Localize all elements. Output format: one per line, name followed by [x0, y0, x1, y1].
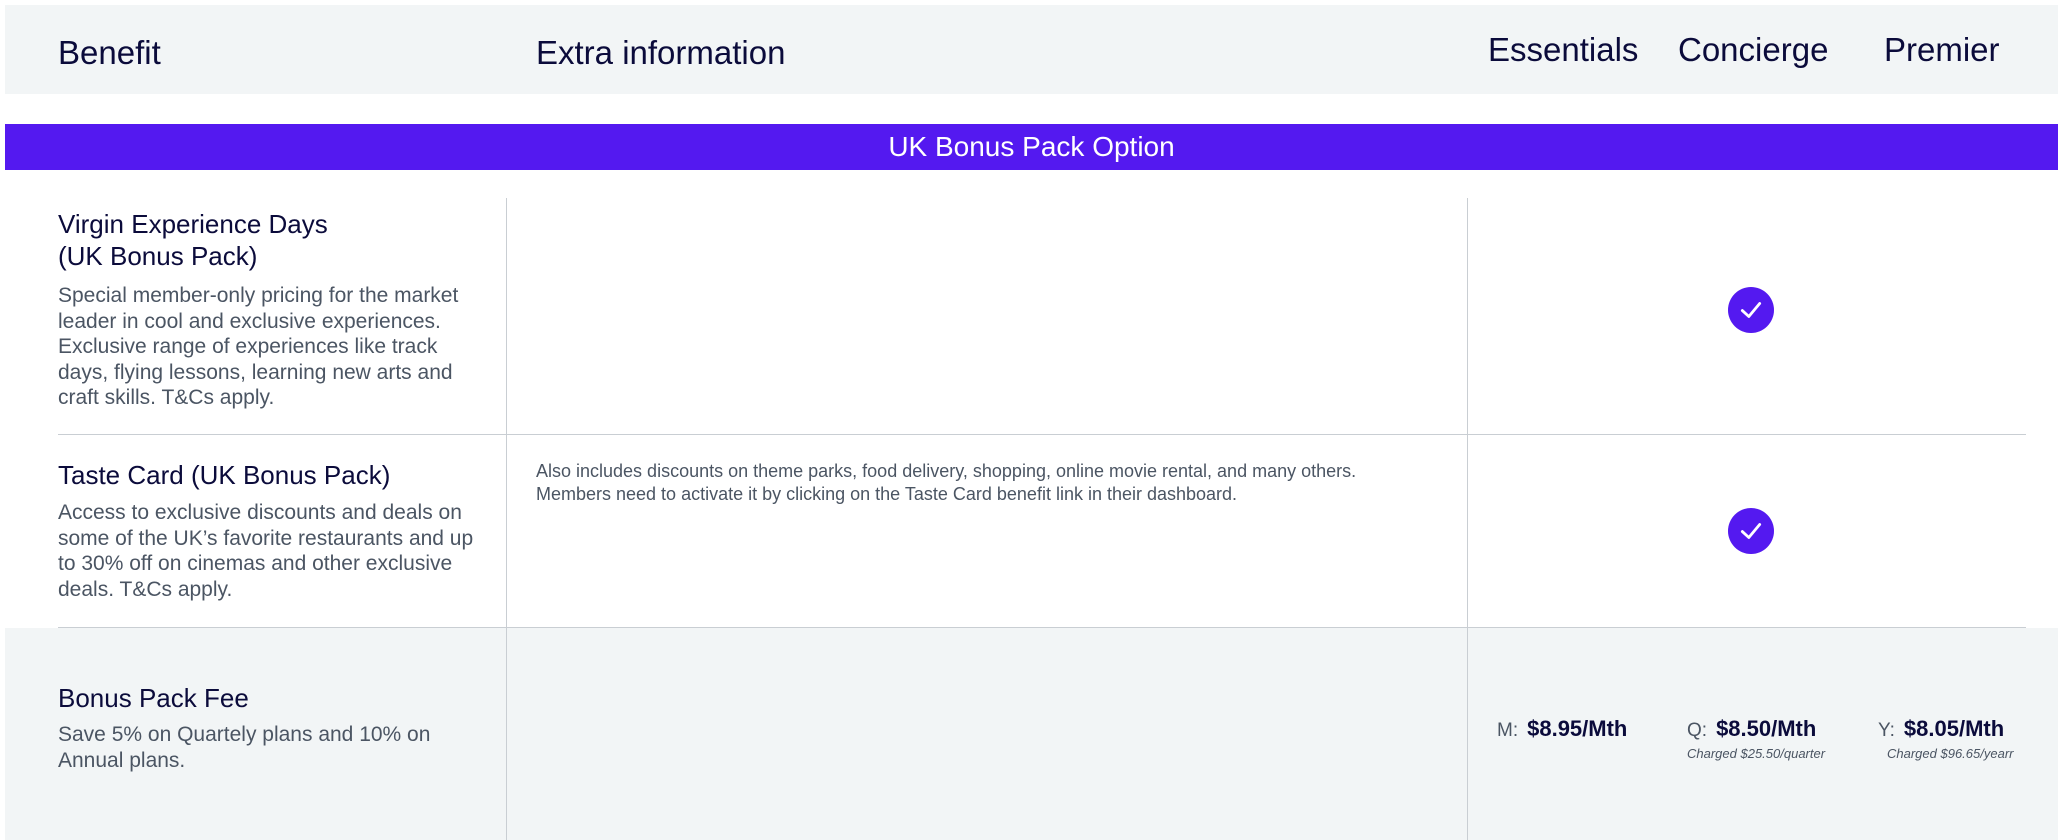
- table-header: Benefit Extra information Essentials Con…: [5, 5, 2058, 94]
- desc-line: days, flying lessons, learning new arts …: [58, 360, 453, 384]
- price-label: M:: [1497, 720, 1519, 741]
- desc-line: Exclusive range of experiences like trac…: [58, 335, 438, 358]
- row-divider: [58, 434, 2026, 435]
- check-circle-icon: [1728, 287, 1774, 333]
- price-value: $8.05/Mth: [1903, 716, 2005, 741]
- extra-line: Also includes discounts on theme parks, …: [536, 461, 1357, 481]
- price-value: $8.50/Mth: [1716, 716, 1817, 741]
- price-note: Charged $96.65/yearr: [1887, 746, 2014, 761]
- column-divider: [1467, 198, 1468, 840]
- header-concierge: Concierge: [1678, 31, 1829, 68]
- desc-line: Save 5% on Quartely plans and 10% on: [58, 723, 431, 746]
- price-note: Charged $25.50/quarter: [1687, 746, 1826, 761]
- header-premier: Premier: [1884, 31, 2000, 68]
- desc-line: some of the UK’s favorite restaurants an…: [58, 526, 474, 550]
- row-title: Virgin Experience Days: [58, 209, 328, 239]
- header-benefit: Benefit: [58, 34, 161, 71]
- row-title-line2: (UK Bonus Pack): [58, 241, 258, 271]
- price-value: $8.95/Mth: [1527, 716, 1628, 741]
- price-yearly: Y: $8.05/Mth: [1878, 716, 2004, 742]
- desc-line: Special member-only pricing for the mark…: [58, 284, 459, 307]
- row-description: Special member-only pricing for the mark…: [58, 283, 488, 411]
- desc-line: Access to exclusive discounts and deals …: [58, 501, 462, 524]
- section-title: UK Bonus Pack Option: [888, 131, 1175, 162]
- row-title: Bonus Pack Fee: [58, 683, 249, 713]
- extra-line: Members need to activate it by clicking …: [536, 484, 1238, 504]
- row-description: Save 5% on Quartely plans and 10% on Ann…: [58, 722, 488, 773]
- desc-line: to 30% off on cinemas and other exclusiv…: [58, 552, 453, 575]
- header-essentials: Essentials: [1488, 31, 1639, 68]
- desc-line: leader in cool and exclusive experiences…: [58, 309, 441, 333]
- header-extra-information: Extra information: [536, 34, 786, 71]
- price-label: Y:: [1878, 720, 1895, 741]
- row-description: Access to exclusive discounts and deals …: [58, 500, 488, 602]
- desc-line: Annual plans.: [58, 748, 186, 772]
- extra-information: Also includes discounts on theme parks, …: [536, 460, 1456, 506]
- desc-line: craft skills. T&Cs apply.: [58, 386, 275, 409]
- column-divider: [506, 198, 507, 840]
- price-monthly: M: $8.95/Mth: [1497, 716, 1627, 742]
- price-quarterly: Q: $8.50/Mth: [1687, 716, 1816, 742]
- price-label: Q:: [1687, 720, 1708, 741]
- check-circle-icon: [1728, 508, 1774, 554]
- section-bar: UK Bonus Pack Option: [5, 124, 2058, 170]
- desc-line: deals. T&Cs apply.: [58, 577, 233, 601]
- row-divider: [58, 627, 2026, 628]
- row-title: Taste Card (UK Bonus Pack): [58, 460, 391, 490]
